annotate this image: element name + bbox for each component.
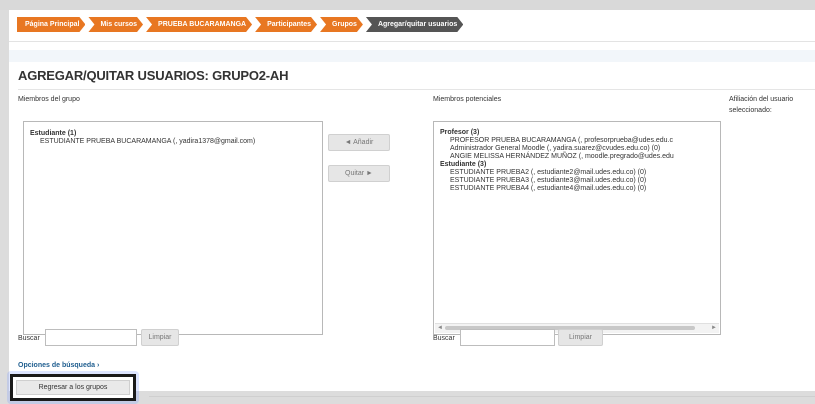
- page-title: AGREGAR/QUITAR USUARIOS: GRUPO2-AH: [18, 68, 289, 83]
- potential-search-input[interactable]: [460, 329, 555, 346]
- potential-group-teacher: Profesor (3): [440, 129, 480, 136]
- list-item[interactable]: PROFESOR PRUEBA BUCARAMANGA (, profesorp…: [440, 137, 714, 145]
- potential-clear-button[interactable]: Limpiar: [558, 329, 603, 346]
- breadcrumb: Página Principal Mis cursos PRUEBA BUCAR…: [17, 17, 466, 32]
- list-item[interactable]: ESTUDIANTE PRUEBA2 (, estudiante2@mail.u…: [440, 169, 714, 177]
- potential-label: Miembros potenciales: [433, 96, 502, 103]
- header-band: [9, 50, 815, 62]
- top-strip: [0, 0, 815, 10]
- scroll-left-icon[interactable]: ◄: [437, 324, 443, 333]
- add-button[interactable]: ◄ Añadir: [328, 134, 390, 151]
- page: Página Principal Mis cursos PRUEBA BUCAR…: [7, 10, 815, 404]
- breadcrumb-current: Agregar/quitar usuarios: [366, 17, 463, 32]
- potential-search-label: Buscar: [433, 335, 455, 342]
- breadcrumb-home[interactable]: Página Principal: [17, 17, 85, 32]
- affiliation-label-line2: seleccionado:: [729, 107, 772, 114]
- members-label: Miembros del grupo: [18, 96, 80, 103]
- search-options-link[interactable]: Opciones de búsqueda ›: [18, 362, 99, 369]
- members-search-label: Buscar: [18, 335, 40, 342]
- affiliation-label-line1: Afiliación del usuario: [729, 96, 794, 103]
- breadcrumb-groups[interactable]: Grupos: [320, 17, 363, 32]
- members-group-student: Estudiante (1): [30, 130, 77, 137]
- list-item[interactable]: ESTUDIANTE PRUEBA BUCARAMANGA (, yadira1…: [30, 138, 316, 146]
- potential-listbox[interactable]: Profesor (3) PROFESOR PRUEBA BUCARAMANGA…: [433, 121, 721, 335]
- list-item[interactable]: Administrador General Moodle (, yadira.s…: [440, 145, 714, 153]
- potential-group-student: Estudiante (3): [440, 161, 487, 168]
- breadcrumb-bar: Página Principal Mis cursos PRUEBA BUCAR…: [9, 10, 815, 42]
- list-item[interactable]: ESTUDIANTE PRUEBA4 (, estudiante4@mail.u…: [440, 185, 714, 193]
- list-item[interactable]: ANGIE MELISSA HERNÁNDEZ MUÑOZ (, moodle.…: [440, 153, 714, 161]
- breadcrumb-my-courses[interactable]: Mis cursos: [88, 17, 143, 32]
- back-to-groups-label: Regresar a los grupos: [16, 380, 130, 395]
- scroll-right-icon[interactable]: ►: [711, 324, 717, 333]
- list-item[interactable]: ESTUDIANTE PRUEBA3 (, estudiante3@mail.u…: [440, 177, 714, 185]
- bottom-divider: [149, 396, 815, 397]
- title-divider: [18, 89, 815, 90]
- members-search-input[interactable]: [45, 329, 137, 346]
- members-listbox[interactable]: Estudiante (1) ESTUDIANTE PRUEBA BUCARAM…: [23, 121, 323, 335]
- breadcrumb-course[interactable]: PRUEBA BUCARAMANGA: [146, 17, 252, 32]
- members-clear-button[interactable]: Limpiar: [141, 329, 179, 346]
- back-to-groups-button[interactable]: Regresar a los grupos: [10, 374, 136, 401]
- remove-button[interactable]: Quitar ►: [328, 165, 390, 182]
- breadcrumb-participants[interactable]: Participantes: [255, 17, 317, 32]
